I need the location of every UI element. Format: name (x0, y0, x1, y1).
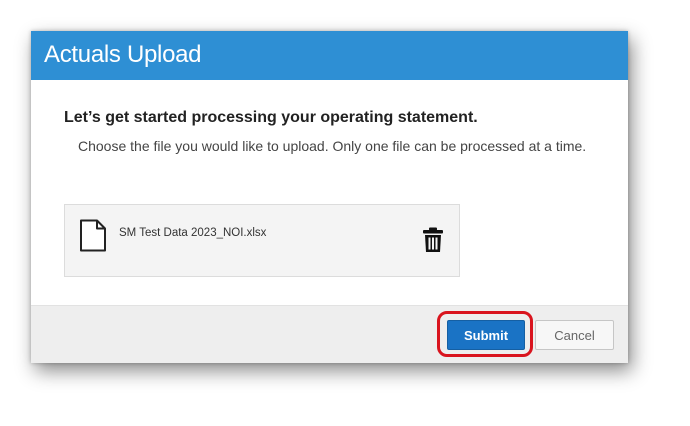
dialog-title: Actuals Upload (44, 41, 202, 68)
upload-dialog: Actuals Upload Let’s get started process… (31, 31, 628, 363)
screenshot-stage: Actuals Upload Let’s get started process… (0, 0, 690, 426)
document-icon (79, 219, 107, 252)
dialog-header: Actuals Upload (31, 31, 628, 80)
upload-instructions: Choose the file you would like to upload… (78, 138, 587, 154)
trash-icon[interactable] (422, 227, 444, 253)
uploaded-file-card: SM Test Data 2023_NOI.xlsx (64, 204, 460, 277)
submit-button[interactable]: Submit (447, 320, 525, 350)
dialog-heading: Let’s get started processing your operat… (64, 109, 478, 126)
file-name: SM Test Data 2023_NOI.xlsx (119, 227, 267, 239)
cancel-button[interactable]: Cancel (535, 320, 614, 350)
